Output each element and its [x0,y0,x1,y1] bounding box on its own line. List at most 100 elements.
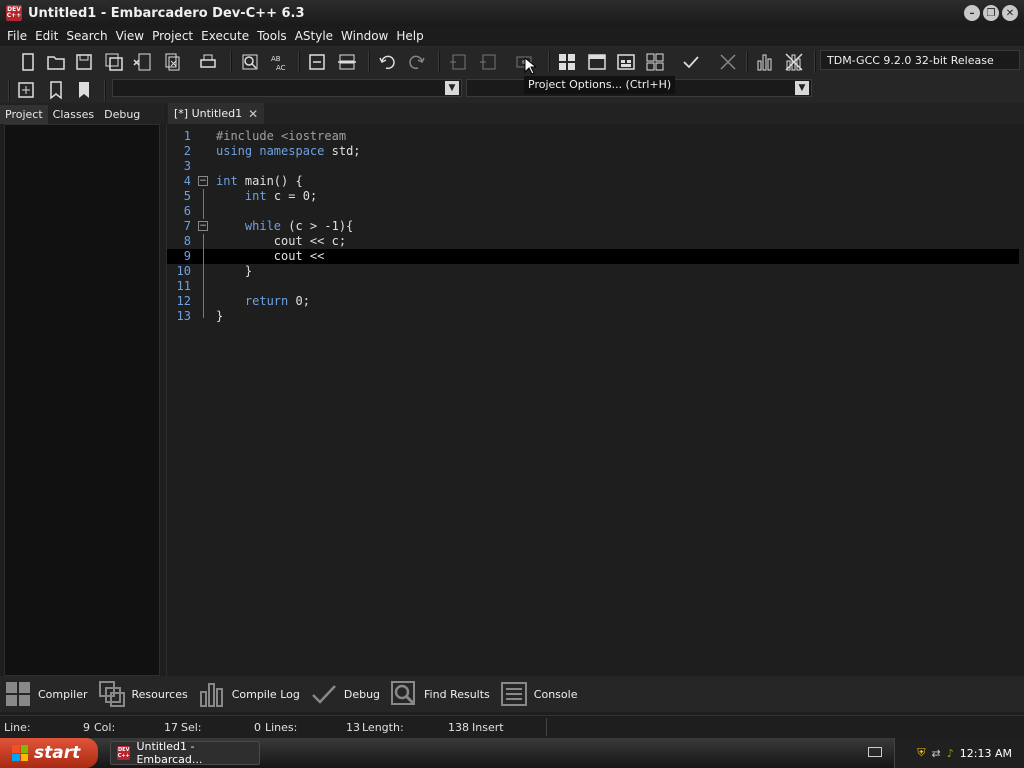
tab-debug-output[interactable]: Debug [310,680,380,708]
start-button[interactable]: start [0,738,98,768]
menu-tools[interactable]: Tools [253,29,291,43]
tab-console[interactable]: Console [500,680,577,708]
code-line[interactable]: 10 } [167,264,1019,279]
taskbar-item-devcpp[interactable]: DEV C++ Untitled1 - Embarcad... [110,740,260,766]
network-icon[interactable]: ⇄ [932,747,941,760]
code-line[interactable]: 3 [167,159,1019,174]
compiler-select[interactable]: TDM-GCC 9.2.0 32-bit Release [820,50,1020,70]
fold-toggle-icon[interactable]: − [198,176,208,186]
status-lines-value: 13 [346,721,360,734]
new-file-icon[interactable] [16,50,40,74]
code-line[interactable]: 1 #include <iostream [167,129,1019,144]
close-all-icon[interactable] [160,50,184,74]
chevron-down-icon[interactable]: ▼ [795,81,809,95]
fold-toggle-icon[interactable]: − [198,221,208,231]
code-text: using namespace std; [216,144,361,158]
run-icon[interactable] [585,50,609,74]
code-line[interactable]: 4 int main() { [167,174,1019,189]
undo-icon[interactable] [376,50,400,74]
replace-icon[interactable]: AB AC [268,50,292,74]
devcpp-app-icon[interactable]: DEV C++ [6,5,22,21]
class-combo[interactable]: ▼ [112,79,462,97]
code-editor[interactable]: 1 #include <iostream 2 using namespace std;… [166,124,1024,676]
bottom-panel-tabs: Compiler Resources Compile Log Debug Fin… [0,676,1024,712]
menu-project[interactable]: Project [148,29,197,43]
status-line-value: 9 [83,721,90,734]
goto-line-icon[interactable] [305,50,329,74]
tab-classes[interactable]: Classes [48,105,99,124]
syntax-check-icon[interactable] [679,50,703,74]
redo-icon[interactable] [404,50,428,74]
tab-label: Debug [343,687,381,701]
compile-run-icon[interactable] [614,50,638,74]
tab-compiler[interactable]: Compiler [4,680,88,708]
minimize-button[interactable]: – [964,5,980,21]
grid-icon [6,682,30,706]
windows-logo-icon [12,745,28,761]
bookmark-toggle-icon[interactable] [335,50,359,74]
maximize-button[interactable]: ❐ [983,5,999,21]
tab-compile-log[interactable]: Compile Log [198,680,300,708]
close-file-icon[interactable] [130,50,154,74]
menu-search[interactable]: Search [62,29,111,43]
status-length-value: 138 [448,721,469,734]
shield-icon[interactable]: ⛨ [917,746,925,760]
code-text: cout << c; [216,234,347,248]
volume-icon[interactable]: ♪ [947,747,954,760]
rebuild-all-icon[interactable] [643,50,667,74]
print-icon[interactable] [196,50,220,74]
keyboard-icon[interactable] [868,747,882,757]
code-text: } [216,264,253,278]
menu-view[interactable]: View [112,29,148,43]
title-bar: DEV C++ Untitled1 - Embarcadero Dev-C++ … [0,0,1024,26]
code-line[interactable]: 13} [167,309,1019,324]
code-line[interactable]: 8 cout << c; [167,234,1019,249]
line-number: 8 [183,234,191,248]
code-line[interactable]: 9 cout << [167,249,1019,264]
open-folder-icon[interactable] [44,50,68,74]
find-icon[interactable] [238,50,262,74]
close-button[interactable]: ✕ [1002,5,1018,21]
menu-astyle[interactable]: AStyle [291,29,337,43]
devcpp-app-icon: DEV C++ [117,746,131,760]
add-to-project-icon[interactable] [446,50,470,74]
code-line[interactable]: 2 using namespace std; [167,144,1019,159]
remove-from-project-icon[interactable] [476,50,500,74]
status-col-value: 17 [164,721,178,734]
menu-help[interactable]: Help [392,29,427,43]
code-line[interactable]: 11 [167,279,1019,294]
status-bar: Line: 9 Col: 17 Sel: 0 Lines: 13 Length:… [0,715,1024,737]
taskbar-item-label: Untitled1 - Embarcad... [136,740,203,766]
line-number: 3 [183,159,191,173]
menu-window[interactable]: Window [337,29,392,43]
code-line[interactable]: 5 int c = 0; [167,189,1019,204]
code-line[interactable]: 12 return 0; [167,294,1019,309]
clean-icon[interactable] [716,50,740,74]
code-line[interactable]: 7 while (c > -1){ [167,219,1019,234]
compile-icon[interactable] [555,50,579,74]
line-number: 2 [183,144,191,158]
save-all-icon[interactable] [102,50,126,74]
menu-file[interactable]: File [3,29,31,43]
project-tree-panel[interactable] [4,124,160,676]
bookmark-icon[interactable] [44,78,68,102]
code-line[interactable]: 6 [167,204,1019,219]
editor-tabs: [*] Untitled1 ✕ [166,103,1024,124]
profile-icon[interactable] [753,50,777,74]
editor-tab-untitled1[interactable]: [*] Untitled1 ✕ [168,103,265,124]
save-icon[interactable] [72,50,96,74]
close-tab-icon[interactable]: ✕ [248,107,258,121]
delete-profile-icon[interactable] [782,50,806,74]
line-number: 6 [183,204,191,218]
insert-icon[interactable] [14,78,38,102]
menu-edit[interactable]: Edit [31,29,62,43]
menu-execute[interactable]: Execute [197,29,253,43]
status-length-label: Length: [362,721,404,734]
chevron-down-icon[interactable]: ▼ [445,81,459,95]
tab-find-results[interactable]: Find Results [390,680,490,708]
left-panel-tabs: Project Classes Debug [0,103,165,124]
goto-bookmark-icon[interactable] [72,78,96,102]
tab-project[interactable]: Project [0,105,48,124]
tab-resources[interactable]: Resources [98,680,188,708]
tab-debug[interactable]: Debug [99,105,145,124]
